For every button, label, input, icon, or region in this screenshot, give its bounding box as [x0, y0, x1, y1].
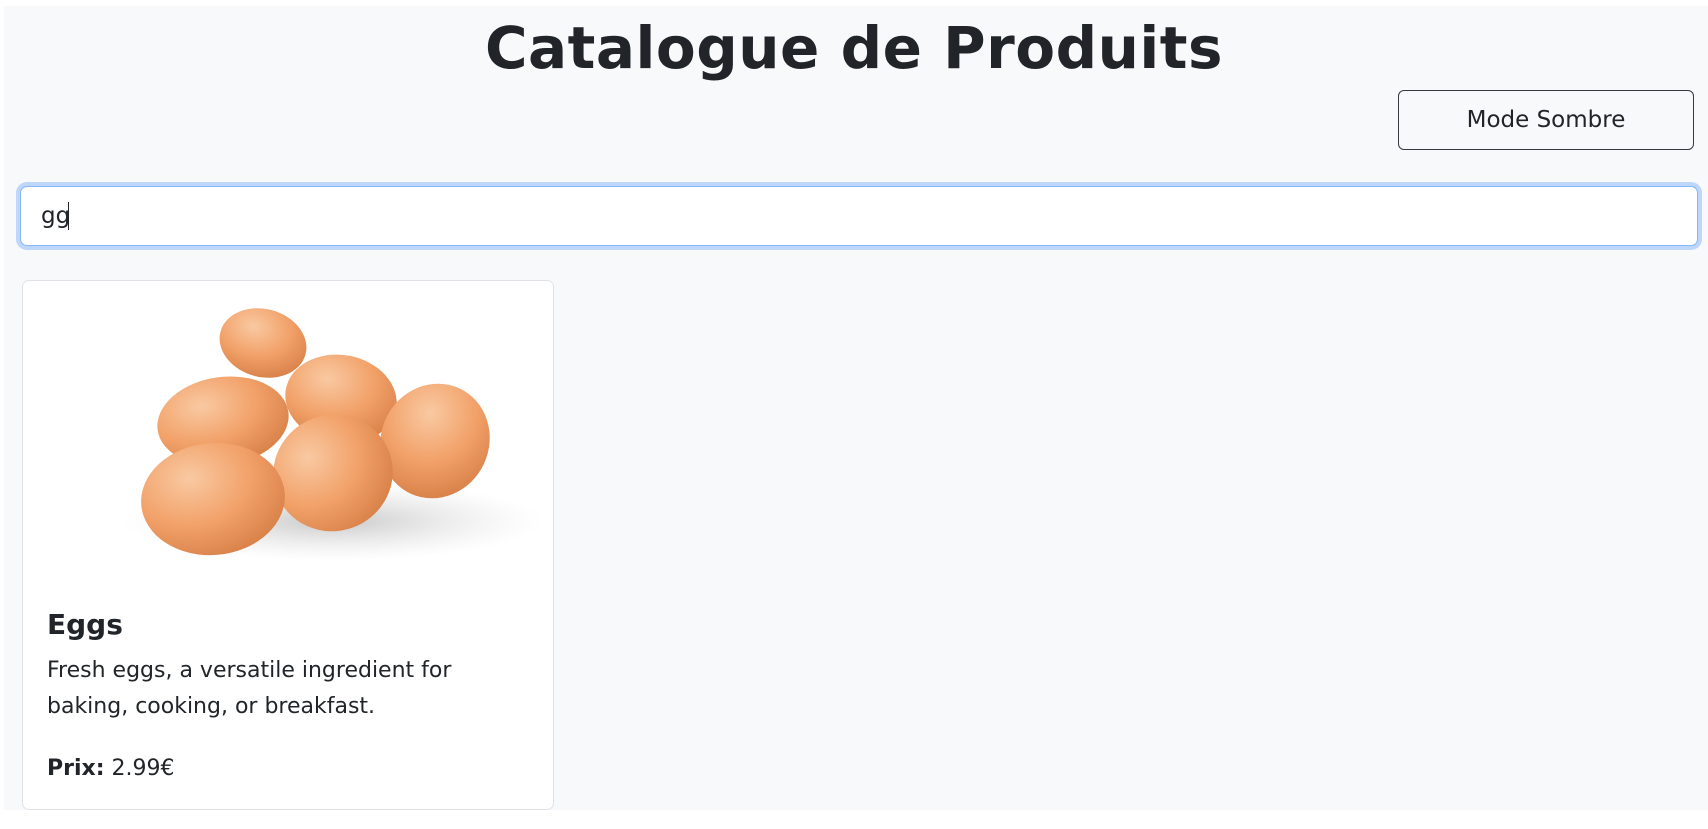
price-label: Prix: [47, 756, 105, 781]
text-caret [68, 202, 69, 230]
price-value: 2.99€ [111, 756, 175, 781]
product-description: Fresh eggs, a versatile ingredient for b… [47, 658, 452, 719]
product-image [23, 281, 553, 583]
search-input[interactable] [20, 186, 1698, 246]
dark-mode-button[interactable]: Mode Sombre [1398, 90, 1694, 150]
product-card[interactable]: Eggs Fresh eggs, a versatile ingredient … [22, 280, 554, 810]
product-name: Eggs [47, 608, 123, 641]
eggs-photo-icon [123, 308, 543, 561]
page-title: Catalogue de Produits [484, 14, 1224, 82]
product-price: Prix: 2.99€ [47, 753, 175, 785]
